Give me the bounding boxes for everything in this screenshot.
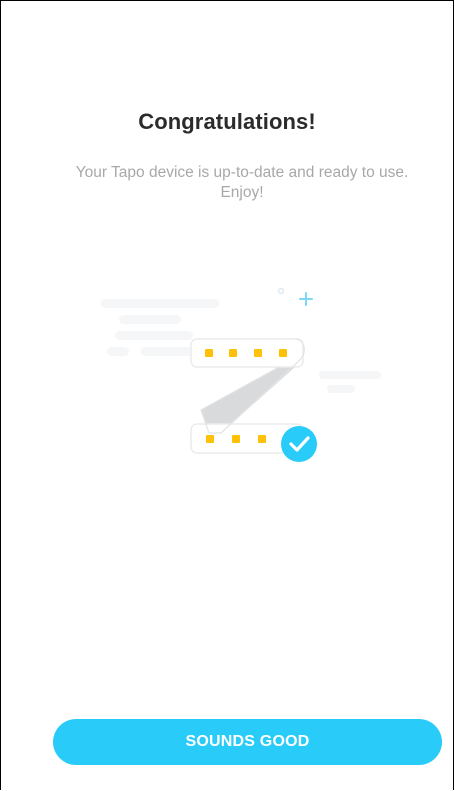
success-message: Your Tapo device is up-to-date and ready… — [75, 164, 409, 201]
page-title: Congratulations! — [138, 109, 316, 134]
sounds-good-button[interactable]: SOUNDS GOOD — [53, 719, 442, 765]
congratulations-screen: Congratulations! Your Tapo device is up-… — [0, 0, 454, 790]
light-strip-check-icon — [101, 287, 381, 462]
